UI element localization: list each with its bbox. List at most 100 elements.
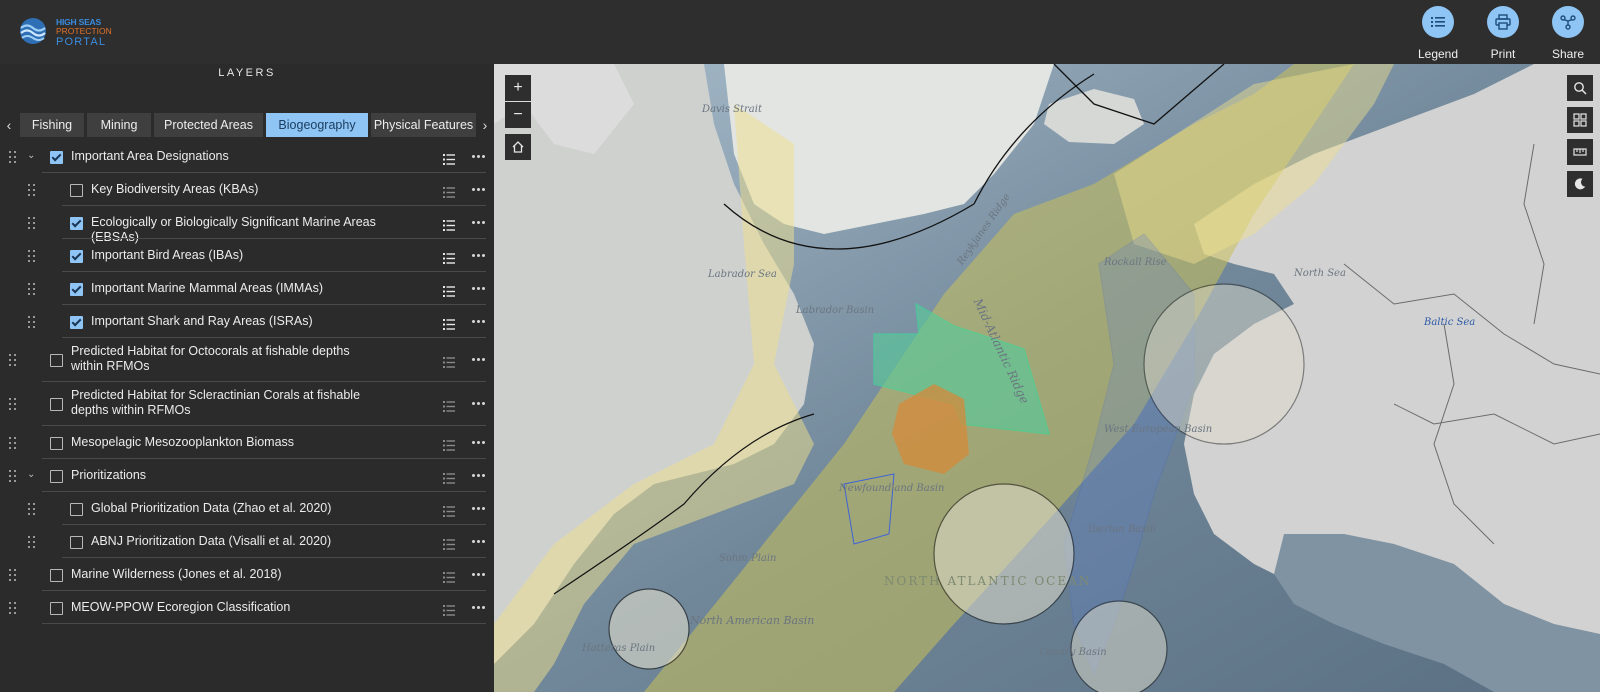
legend-list-icon[interactable] bbox=[443, 471, 455, 484]
layer-row[interactable]: Global Prioritization Data (Zhao et al. … bbox=[0, 492, 494, 525]
tabs-scroll-right-icon[interactable]: › bbox=[478, 115, 492, 135]
drag-handle-icon[interactable] bbox=[28, 535, 36, 548]
legend-list-icon[interactable] bbox=[443, 218, 455, 231]
more-options-icon[interactable] bbox=[472, 187, 486, 192]
more-options-icon[interactable] bbox=[472, 473, 486, 478]
drag-handle-icon[interactable] bbox=[9, 436, 17, 449]
chevron-down-icon[interactable]: ⌄ bbox=[27, 469, 37, 480]
drag-handle-icon[interactable] bbox=[9, 150, 17, 163]
more-options-icon[interactable] bbox=[472, 286, 486, 291]
layer-row[interactable]: ABNJ Prioritization Data (Visalli et al.… bbox=[0, 525, 494, 558]
more-options-icon[interactable] bbox=[472, 440, 486, 445]
drag-handle-icon[interactable] bbox=[9, 398, 17, 411]
layer-checkbox[interactable] bbox=[50, 354, 63, 367]
legend-list-icon[interactable] bbox=[443, 570, 455, 583]
map-label: North American Basin bbox=[690, 614, 815, 627]
legend-list-icon[interactable] bbox=[443, 603, 455, 616]
layer-checkbox[interactable] bbox=[70, 216, 83, 230]
drag-handle-icon[interactable] bbox=[28, 315, 36, 328]
layer-row[interactable]: Mesopelagic Mesozooplankton Biomass bbox=[0, 426, 494, 459]
layer-checkbox[interactable] bbox=[50, 601, 63, 615]
legend-list-icon[interactable] bbox=[443, 399, 455, 412]
layer-row[interactable]: Important Shark and Ray Areas (ISRAs) bbox=[0, 305, 494, 338]
layer-checkbox[interactable] bbox=[70, 502, 83, 516]
drag-handle-icon[interactable] bbox=[9, 469, 17, 482]
basemap-gallery-button[interactable] bbox=[1567, 107, 1593, 133]
drag-handle-icon[interactable] bbox=[28, 282, 36, 295]
more-options-icon[interactable] bbox=[472, 539, 486, 544]
layer-label: Mesopelagic Mesozooplankton Biomass bbox=[71, 434, 295, 449]
print-button[interactable]: Print bbox=[1473, 6, 1533, 62]
more-options-icon[interactable] bbox=[472, 572, 486, 577]
legend-list-icon[interactable] bbox=[443, 537, 455, 550]
layer-checkbox[interactable] bbox=[50, 469, 63, 483]
more-options-icon[interactable] bbox=[472, 605, 486, 610]
legend-list-icon[interactable] bbox=[443, 355, 455, 368]
layer-checkbox[interactable] bbox=[70, 282, 83, 296]
layer-row[interactable]: ⌄ Important Area Designations bbox=[0, 140, 494, 173]
more-options-icon[interactable] bbox=[472, 154, 486, 159]
layer-checkbox[interactable] bbox=[50, 150, 63, 164]
share-button[interactable]: Share bbox=[1538, 6, 1598, 62]
zoom-in-button[interactable]: + bbox=[505, 75, 531, 101]
layer-row[interactable]: Marine Wilderness (Jones et al. 2018) bbox=[0, 558, 494, 591]
legend-label: Legend bbox=[1417, 47, 1459, 61]
more-options-icon[interactable] bbox=[472, 358, 486, 362]
tabs-scroll-left-icon[interactable]: ‹ bbox=[2, 115, 16, 135]
tab-protected-areas[interactable]: Protected Areas bbox=[154, 113, 263, 137]
drag-handle-icon[interactable] bbox=[28, 183, 36, 196]
drag-handle-icon[interactable] bbox=[9, 354, 17, 367]
portal-logo[interactable]: HIGH SEAS PROTECTION PORTAL bbox=[18, 14, 118, 50]
more-options-icon[interactable] bbox=[472, 220, 486, 225]
layer-checkbox[interactable] bbox=[50, 568, 63, 582]
legend-list-icon[interactable] bbox=[443, 185, 455, 198]
layer-label: Predicted Habitat for Scleractinian Cora… bbox=[71, 388, 361, 417]
home-button[interactable] bbox=[505, 134, 531, 160]
layer-checkbox[interactable] bbox=[70, 183, 83, 197]
layer-row[interactable]: Important Bird Areas (IBAs) bbox=[0, 239, 494, 272]
more-options-icon[interactable] bbox=[472, 319, 486, 324]
drag-handle-icon[interactable] bbox=[9, 568, 17, 581]
more-options-icon[interactable] bbox=[472, 253, 486, 258]
tab-physical-features[interactable]: Physical Features bbox=[371, 113, 476, 137]
map-view[interactable]: Davis Strait Labrador Sea Labrador Basin… bbox=[494, 64, 1600, 692]
layer-label: Important Shark and Ray Areas (ISRAs) bbox=[91, 313, 313, 328]
tab-biogeography[interactable]: Biogeography bbox=[266, 113, 368, 137]
chevron-down-icon[interactable]: ⌄ bbox=[27, 150, 37, 161]
layer-checkbox[interactable] bbox=[70, 535, 83, 549]
more-options-icon[interactable] bbox=[472, 506, 486, 511]
legend-list-icon[interactable] bbox=[443, 504, 455, 517]
drag-handle-icon[interactable] bbox=[28, 216, 36, 229]
legend-list-icon[interactable] bbox=[443, 152, 455, 165]
layer-row[interactable]: Important Marine Mammal Areas (IMMAs) bbox=[0, 272, 494, 305]
legend-list-icon[interactable] bbox=[443, 317, 455, 330]
layer-label: Important Marine Mammal Areas (IMMAs) bbox=[91, 280, 323, 295]
legend-list-icon[interactable] bbox=[443, 251, 455, 264]
zoom-out-button[interactable]: − bbox=[505, 102, 531, 128]
map-search-button[interactable] bbox=[1567, 75, 1593, 101]
legend-list-icon[interactable] bbox=[443, 284, 455, 297]
layer-checkbox[interactable] bbox=[50, 398, 63, 411]
layer-row[interactable]: Predicted Habitat for Octocorals at fish… bbox=[0, 338, 494, 382]
layer-row[interactable]: Predicted Habitat for Scleractinian Cora… bbox=[0, 382, 494, 426]
layer-label: Predicted Habitat for Octocorals at fish… bbox=[71, 344, 350, 373]
drag-handle-icon[interactable] bbox=[28, 249, 36, 262]
tab-mining[interactable]: Mining bbox=[87, 113, 151, 137]
layer-checkbox[interactable] bbox=[50, 436, 63, 450]
drag-handle-icon[interactable] bbox=[9, 601, 17, 614]
drag-handle-icon[interactable] bbox=[28, 502, 36, 515]
layer-row[interactable]: Ecologically or Biologically Significant… bbox=[0, 206, 494, 244]
layer-checkbox[interactable] bbox=[70, 315, 83, 329]
measure-button[interactable] bbox=[1567, 139, 1593, 165]
layer-checkbox[interactable] bbox=[70, 249, 83, 263]
legend-list-icon[interactable] bbox=[443, 438, 455, 451]
dark-mode-button[interactable] bbox=[1567, 171, 1593, 197]
row-divider bbox=[42, 623, 486, 624]
legend-button[interactable]: Legend bbox=[1408, 6, 1468, 62]
map-canvas[interactable] bbox=[494, 64, 1600, 692]
tab-fishing[interactable]: Fishing bbox=[20, 113, 84, 137]
more-options-icon[interactable] bbox=[472, 402, 486, 406]
layer-row[interactable]: ⌄ Prioritizations bbox=[0, 459, 494, 492]
layer-row[interactable]: MEOW-PPOW Ecoregion Classification bbox=[0, 591, 494, 624]
layer-row[interactable]: Key Biodiversity Areas (KBAs) bbox=[0, 173, 494, 206]
